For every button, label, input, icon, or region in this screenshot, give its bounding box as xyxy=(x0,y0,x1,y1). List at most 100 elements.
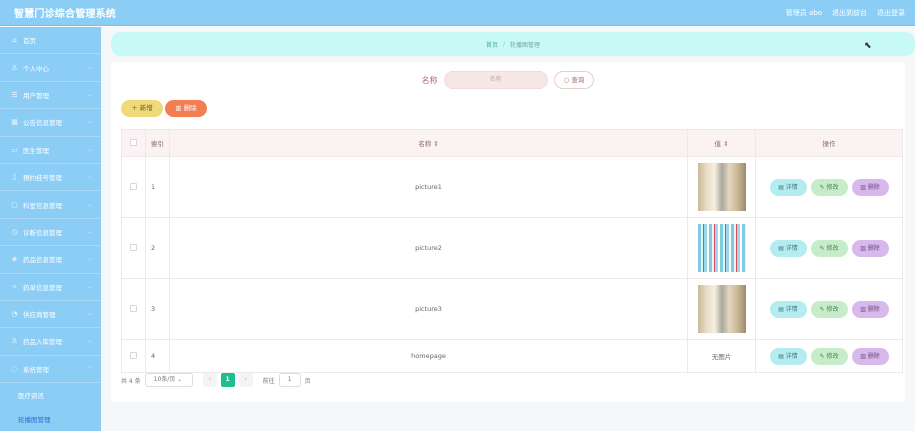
cell-index: 2 xyxy=(144,217,170,279)
edit-button[interactable]: ✎ 修改 xyxy=(810,178,848,196)
sidebar-item[interactable]: ▢ 科室信息管理 ⌄ xyxy=(0,191,101,219)
sidebar-item[interactable]: ◈ 药品信息管理 ⌄ xyxy=(0,246,101,274)
sidebar-item[interactable]: ☰ 用户管理 ⌄ xyxy=(0,82,101,110)
sidebar-item[interactable]: ♙ 个人中心 ⌄ xyxy=(0,54,101,82)
sidebar-item[interactable]: ▦ 公告信息管理 ⌄ xyxy=(0,109,101,137)
detail-button[interactable]: ▤ 详情 xyxy=(769,347,807,365)
top-bar-actions: 管理员 abo 退出到前台 退出登录 xyxy=(786,8,905,18)
sort-icon[interactable]: ⇕ xyxy=(723,140,728,148)
row-checkbox[interactable] xyxy=(129,182,137,190)
logout-link[interactable]: 退出登录 xyxy=(877,8,905,18)
header-index: 索引 xyxy=(144,129,170,157)
current-page-button[interactable]: 1 xyxy=(220,373,235,387)
detail-button-label: 详情 xyxy=(785,305,798,313)
breadcrumb: 首页 / 轮播图管理 xyxy=(111,32,915,56)
trash-icon: ▥ xyxy=(860,305,866,313)
remove-button[interactable]: ▥ 删除 xyxy=(851,178,889,196)
sidebar-item-label: 药品入库管理 xyxy=(23,338,62,347)
chevron-icon: ⌄ xyxy=(87,201,92,208)
sidebar-subitem[interactable]: 轮播图管理 xyxy=(0,407,101,431)
edit-button[interactable]: ✎ 修改 xyxy=(810,239,848,257)
header-name[interactable]: 名称 ⇕ xyxy=(168,129,689,157)
sidebar-item[interactable]: ⌂ 首页 xyxy=(0,27,101,55)
add-button[interactable]: ＋ 新增 xyxy=(121,100,163,117)
document-icon: ▤ xyxy=(778,183,784,191)
sidebar-item[interactable]: ◔ 供应商管理 ⌄ xyxy=(0,301,101,329)
select-all-checkbox[interactable] xyxy=(129,138,137,146)
sidebar-item-label: 首页 xyxy=(23,37,36,46)
row-select-cell xyxy=(121,278,146,340)
cell-ops: ▤ 详情 ✎ 修改 ▥ 删除 xyxy=(755,156,903,218)
sidebar-item[interactable]: ♙ 药品入库管理 ⌄ xyxy=(0,328,101,356)
row-checkbox[interactable] xyxy=(129,351,137,359)
document-icon: ▤ xyxy=(778,305,784,313)
table-header-row: 索引 名称 ⇕ 值 ⇕ 操作 xyxy=(121,129,903,157)
detail-button[interactable]: ▤ 详情 xyxy=(769,300,807,318)
chevron-icon: ⌄ xyxy=(87,91,92,98)
sort-icon[interactable]: ⇕ xyxy=(433,140,438,148)
header-name-label: 名称 xyxy=(418,140,432,148)
cell-ops: ▤ 详情 ✎ 修改 ▥ 删除 xyxy=(755,278,903,340)
prev-page-button[interactable]: ‹ xyxy=(202,373,217,387)
system-icon: ◌ xyxy=(11,364,18,373)
breadcrumb-current: 轮播图管理 xyxy=(510,41,541,49)
chevron-right-icon: › xyxy=(244,376,247,383)
top-bar: 智慧门诊综合管理系统 管理员 abo 退出到前台 退出登录 xyxy=(0,0,915,26)
remove-button[interactable]: ▥ 删除 xyxy=(851,239,889,257)
row-checkbox[interactable] xyxy=(129,304,137,312)
next-page-button[interactable]: › xyxy=(238,373,253,387)
header-ops: 操作 xyxy=(755,129,903,157)
main-content: 首页 / 轮播图管理 ⬉ 名称 名称 ○ 查询 ＋ 新增 ▥ 删除 索引 名称 … xyxy=(101,27,915,431)
chevron-icon: ⌃ xyxy=(87,365,92,372)
pagination: 共 4 条 10条/页 ⌄ ‹ 1 › 前往 1 页 xyxy=(121,373,311,387)
detail-button[interactable]: ▤ 详情 xyxy=(769,178,807,196)
search-input[interactable]: 名称 xyxy=(443,71,548,89)
delete-button[interactable]: ▥ 删除 xyxy=(165,100,207,117)
cell-name: homepage xyxy=(168,339,689,373)
remove-button[interactable]: ▥ 删除 xyxy=(851,300,889,318)
cell-ops: ▤ 详情 ✎ 修改 ▥ 删除 xyxy=(755,217,903,279)
remove-button[interactable]: ▥ 删除 xyxy=(851,347,889,365)
sidebar-item[interactable]: ▯ 预约挂号管理 ⌄ xyxy=(0,164,101,192)
search-row: 名称 名称 ○ 查询 xyxy=(111,70,905,90)
row-select-cell xyxy=(121,339,146,373)
sidebar-item[interactable]: ◷ 诊断信息管理 ⌄ xyxy=(0,219,101,247)
to-dashboard-link[interactable]: 退出到前台 xyxy=(832,8,867,18)
calendar-icon: ▯ xyxy=(12,173,17,182)
row-select-cell xyxy=(121,217,146,279)
detail-button-label: 详情 xyxy=(785,244,798,252)
remove-button-label: 删除 xyxy=(867,305,880,313)
table-row: 3 picture3 ▤ 详情 ✎ 修改 ▥ 删除 xyxy=(121,278,903,340)
search-button[interactable]: ○ 查询 xyxy=(553,71,595,89)
sidebar-item-label: 诊断信息管理 xyxy=(23,228,62,237)
detail-button[interactable]: ▤ 详情 xyxy=(769,239,807,257)
sidebar-item[interactable]: ◌ 系统管理 ⌃ xyxy=(0,356,101,384)
sidebar-item-label: 预约挂号管理 xyxy=(23,174,62,183)
sidebar-item-label: 药品信息管理 xyxy=(23,256,62,265)
app-title: 智慧门诊综合管理系统 xyxy=(14,9,116,20)
page-size-select[interactable]: 10条/页 ⌄ xyxy=(144,373,193,387)
row-checkbox[interactable] xyxy=(129,243,137,251)
chevron-icon: ⌄ xyxy=(87,174,92,181)
thumbnail-image xyxy=(697,163,746,211)
edit-button[interactable]: ✎ 修改 xyxy=(810,300,848,318)
sidebar-item[interactable]: ▭ 医生管理 ⌄ xyxy=(0,137,101,164)
inventory-icon: ♙ xyxy=(11,337,18,346)
header-value[interactable]: 值 ⇕ xyxy=(687,129,757,157)
diagnosis-icon: ◷ xyxy=(11,227,18,236)
supplier-icon: ◔ xyxy=(11,310,18,319)
sidebar-subitem[interactable]: 医疗资讯 xyxy=(0,383,101,408)
table-row: 2 picture2 ▤ 详情 ✎ 修改 ▥ 删除 xyxy=(121,217,903,279)
sidebar-item[interactable]: ✧ 药单信息管理 ⌄ xyxy=(0,274,101,301)
goto-page-input[interactable]: 1 xyxy=(278,373,301,387)
edit-button[interactable]: ✎ 修改 xyxy=(810,347,848,365)
search-icon: ○ xyxy=(563,76,570,84)
remove-button-label: 删除 xyxy=(867,183,880,191)
chevron-icon: ⌄ xyxy=(87,283,92,290)
cell-index: 1 xyxy=(144,156,170,218)
sidebar-item-label: 医生管理 xyxy=(23,146,49,155)
chevron-icon: ⌄ xyxy=(87,119,92,126)
remove-button-label: 删除 xyxy=(867,352,880,360)
breadcrumb-home[interactable]: 首页 xyxy=(486,40,498,49)
cell-name: picture2 xyxy=(168,217,689,279)
